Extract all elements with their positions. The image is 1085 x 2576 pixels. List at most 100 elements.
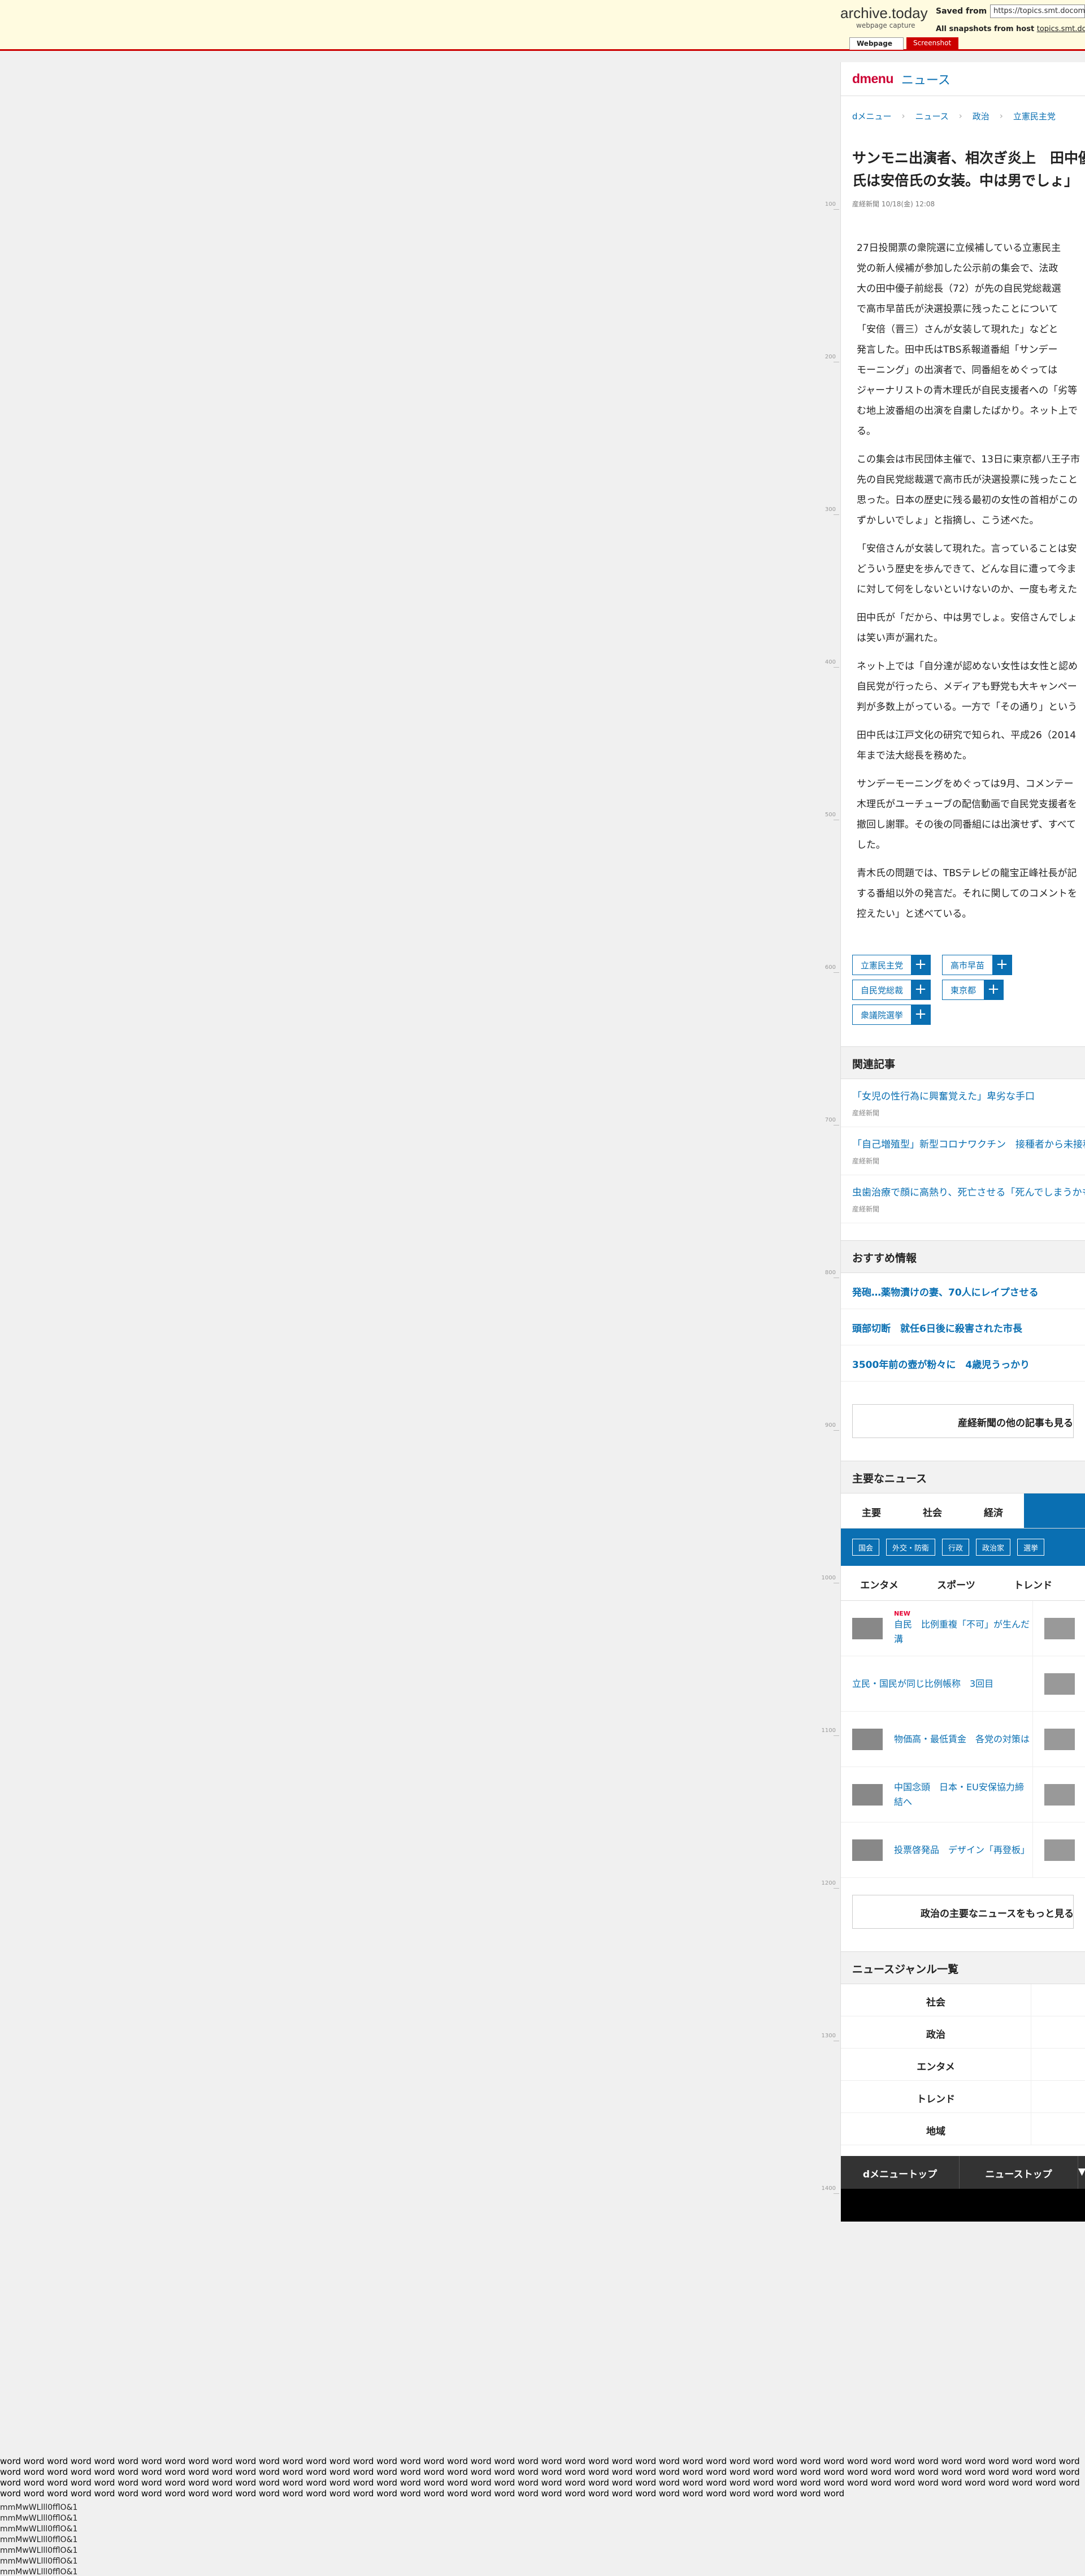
politics-subtab[interactable]: 政治家 [976,1539,1011,1556]
tag-chip[interactable]: 高市早苗 + [942,955,1013,975]
recommended-item[interactable]: 3500年前の壺が粉々に 4歳児うっかり [841,1345,1085,1382]
news-section-link[interactable]: ニュース [901,70,951,88]
tab-politics-active[interactable] [1024,1493,1085,1528]
title-line: 氏は安倍氏の女装。中は男でしょ」 [852,172,1079,189]
dmenu-logo[interactable]: dmenu [852,71,893,86]
more-politics-button[interactable]: 政治の主要なニュースをもっと見る [852,1895,1074,1929]
tab-screenshot[interactable]: Screenshot [906,37,958,50]
more-sankei-button[interactable]: 産経新聞の他の記事も見る [852,1404,1074,1438]
recommended-heading: おすすめ情報 [841,1240,1085,1273]
tab-webpage[interactable]: Webpage [849,37,904,50]
news-item-right[interactable] [1033,1712,1085,1767]
footer-more-icon[interactable]: ▼ [1078,2156,1085,2189]
genre-link[interactable]: トレンド [841,2081,1031,2112]
related-source: 産経新聞 [852,1109,880,1117]
ruler-label: 100 [824,201,836,207]
tab-trend[interactable]: トレンド [995,1566,1071,1600]
archive-logo[interactable]: archive.today [840,5,928,22]
ruler-tick [834,1888,839,1889]
ruler-label: 900 [824,1422,836,1428]
host-link[interactable]: topics.smt.docomo [1037,25,1085,33]
news-row[interactable]: 中国念頭 日本・EU安保協力締結へ [841,1767,1085,1822]
paragraph-line: 大の田中優子前総長（72）が先の自民党総裁選 [857,283,1061,295]
politics-subtab[interactable]: 行政 [942,1539,970,1556]
politics-subtab[interactable]: 国会 [852,1539,880,1556]
paragraph-line: 「安倍さんが女装して現れた。言っていることは安 [857,543,1077,555]
tab-main[interactable]: 主要 [841,1493,902,1528]
news-row[interactable]: 投票啓発品 デザイン「再登板」 [841,1822,1085,1878]
article-paragraph: 27日投開票の衆院選に立候補している立憲民主 党の新人候補が参加した公示前の集会で… [857,238,1078,441]
article-paragraph: サンデーモーニングをめぐっては9月、コメンテー 木理氏がユーチューブの配信動画で自… [857,774,1077,855]
recommended-item[interactable]: 頭部切断 就任6日後に殺害された市長 [841,1309,1085,1345]
tab-economy[interactable]: 経済 [963,1493,1024,1528]
plus-icon[interactable]: + [911,955,931,975]
ruler-label: 800 [824,1270,836,1276]
news-item[interactable]: 中国念頭 日本・EU安保協力締結へ [841,1767,1033,1822]
all-snapshots-label: All snapshots from host [936,25,1035,33]
news-thumbnail [852,1617,883,1639]
related-title[interactable]: 虫歯治療で顔に高熱り、死亡させる「死んでしまうかもと [852,1184,1085,1198]
genre-row: トレンド [841,2081,1085,2113]
news-item-right[interactable] [1033,1767,1085,1822]
ruler-label: 1400 [821,2185,836,2192]
news-headline[interactable]: 中国念頭 日本・EU安保協力締結へ [894,1780,1032,1809]
politics-subtab[interactable]: 外交・防衛 [886,1539,936,1556]
news-headline[interactable]: 立民・国民が同じ比例帳称 3回目 [852,1677,993,1691]
news-item[interactable]: 投票啓発品 デザイン「再登板」 [841,1822,1033,1877]
tag-chip[interactable]: 東京都 + [942,980,1004,1000]
all-snapshots[interactable]: All snapshots from host topics.smt.docom… [936,25,1085,33]
news-item-right[interactable] [1033,1822,1085,1877]
related-item[interactable]: 「自己増殖型」新型コロナワクチン 接種者から未接種者 産経新聞 [841,1127,1085,1175]
tab-entertainment[interactable]: エンタメ [841,1566,918,1600]
breadcrumb-item[interactable]: 立憲民主党 [1013,110,1056,122]
tab-society[interactable]: 社会 [902,1493,963,1528]
footer-news-top-link[interactable]: ニューストップ [960,2156,1078,2189]
news-headline-text: 物価高・最低賃金 各党の対策は [894,1733,1030,1744]
related-title[interactable]: 「自己増殖型」新型コロナワクチン 接種者から未接種者 [852,1136,1085,1150]
news-item[interactable]: 物価高・最低賃金 各党の対策は [841,1712,1033,1767]
news-headline[interactable]: 投票啓発品 デザイン「再登板」 [894,1843,1030,1858]
paragraph-line: ネット上では「自分達が認めない女性は女性と認め [857,661,1078,672]
news-headline[interactable]: NEW 自民 比例重複「不可」が生んだ溝 [894,1610,1032,1647]
ruler-label: 1300 [821,2033,836,2039]
genre-link[interactable]: 地域 [841,2113,1031,2145]
tag-chip[interactable]: 衆議院選挙 + [852,1005,931,1025]
footer-dmenu-top-link[interactable]: dメニュートップ [841,2156,960,2189]
related-item[interactable]: 虫歯治療で顔に高熱り、死亡させる「死んでしまうかもと 産経新聞 [841,1175,1085,1223]
news-item-right[interactable] [1033,1601,1085,1656]
plus-icon[interactable]: + [984,980,1004,999]
news-row[interactable]: 立民・国民が同じ比例帳称 3回目 [841,1656,1085,1712]
news-item[interactable]: 立民・国民が同じ比例帳称 3回目 [841,1656,1033,1711]
ruler-tick [834,514,839,515]
breadcrumb-item[interactable]: ニュース [915,110,949,122]
news-headline[interactable]: 物価高・最低賃金 各党の対策は [894,1732,1030,1747]
recommended-item[interactable]: 発砲…薬物漬けの妻、70人にレイプさせる [841,1273,1085,1309]
breadcrumb-item[interactable]: 政治 [973,110,989,122]
recommended-list: 発砲…薬物漬けの妻、70人にレイプさせる 頭部切断 就任6日後に殺害された市長 35… [841,1273,1085,1382]
politics-subtab[interactable]: 選挙 [1017,1539,1045,1556]
plus-icon[interactable]: + [992,955,1012,975]
saved-url-field[interactable]: https://topics.smt.docomo [990,5,1085,18]
news-row[interactable]: 物価高・最低賃金 各党の対策は [841,1712,1085,1767]
ruler-label: 200 [824,354,836,360]
genre-link[interactable]: 社会 [841,1984,1031,2016]
news-row[interactable]: NEW 自民 比例重複「不可」が生んだ溝 [841,1601,1085,1656]
genre-link[interactable]: エンタメ [841,2049,1031,2080]
genre-link[interactable]: 政治 [841,2016,1031,2048]
tab-sports[interactable]: スポーツ [918,1566,995,1600]
tag-chip[interactable]: 立憲民主党 + [852,955,931,975]
tag-chip[interactable]: 自民党総裁 + [852,980,931,1000]
tag-label: 立憲民主党 [861,960,904,971]
ruler-tick [834,209,839,210]
news-item[interactable]: NEW 自民 比例重複「不可」が生んだ溝 [841,1601,1033,1656]
article-body: 27日投開票の衆院選に立候補している立憲民主 党の新人候補が参加した公示前の集会で… [841,215,1085,924]
related-item[interactable]: 「女児の性行為に興奮覚えた」卑劣な手口産経新聞 [841,1079,1085,1127]
paragraph-line: 発言した。田中氏はTBS系報道番組「サンデー [857,344,1058,356]
plus-icon[interactable]: + [911,1005,931,1024]
related-title[interactable]: 「女児の性行為に興奮覚えた」卑劣な手口 [852,1088,1074,1102]
news-thumbnail [1044,1783,1075,1806]
plus-icon[interactable]: + [911,980,931,999]
breadcrumb-item[interactable]: dメニュー [852,110,892,122]
news-thumbnail [1044,1728,1075,1750]
news-item-right[interactable] [1033,1656,1085,1711]
